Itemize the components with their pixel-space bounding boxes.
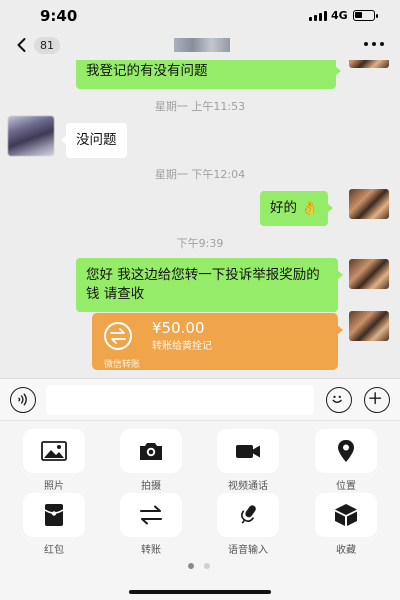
photo-icon [41,441,67,461]
voice-input-tile[interactable] [217,493,279,537]
transfer-card[interactable]: ¥50.00 转账给黄拴记 微信转账 [92,313,343,370]
action-label: 红包 [44,545,64,556]
red-packet-icon [44,504,64,526]
video-call-icon [236,445,260,458]
chat-header: 81 [0,30,400,60]
time-separator: 星期一 上午11:53 [154,100,246,113]
contact-avatar[interactable] [8,116,54,156]
action-voice-input[interactable]: 语音输入 [217,493,279,556]
self-avatar[interactable] [349,60,389,68]
transfer-amount: ¥50.00 [152,319,205,337]
camera-tile[interactable] [120,429,182,473]
message-text: 您好 我这边给您转一下投诉举报奖励的钱 请查收 [86,267,320,302]
action-label: 视频通话 [228,481,268,492]
transfer-icon [104,322,132,350]
video-call-tile[interactable] [217,429,279,473]
back-chevron-icon[interactable] [14,37,30,53]
location-tile[interactable] [315,429,377,473]
action-location[interactable]: 位置 [315,429,377,492]
transfer-note: 转账给黄拴记 [152,341,212,352]
action-favorites[interactable]: 收藏 [315,493,377,556]
message-text: 我登记的有没有问题 [86,63,208,79]
action-photo[interactable]: 照片 [23,429,85,492]
home-indicator[interactable] [129,590,271,594]
action-label: 照片 [44,481,64,492]
unread-count-badge[interactable]: 81 [34,37,60,54]
photo-tile[interactable] [23,429,85,473]
self-avatar[interactable] [349,259,389,289]
red-packet-tile[interactable] [23,493,85,537]
signal-icon [309,11,327,21]
message-list[interactable]: 我登记的有没有问题 星期一 上午11:53 没问题 星期一 下午12:04 好的… [0,60,400,378]
transfer-icon [140,505,162,525]
self-avatar[interactable] [349,189,389,219]
voice-icon[interactable] [10,387,36,413]
emoji-icon[interactable] [326,387,352,413]
action-label: 位置 [336,481,356,492]
favorites-icon [335,504,357,526]
message-bubble-other[interactable]: 没问题 [61,123,127,158]
input-bar [0,378,400,420]
action-video-call[interactable]: 视频通话 [217,429,279,492]
message-bubble-self[interactable]: 我登记的有没有问题 [76,60,341,89]
favorites-tile[interactable] [315,493,377,537]
message-bubble-self[interactable]: 您好 我这边给您转一下投诉举报奖励的钱 请查收 [76,258,343,312]
status-time: 9:40 [40,7,78,25]
network-label: 4G [331,9,348,22]
action-label: 收藏 [336,545,356,556]
transfer-footer: 微信转账 [104,360,141,370]
page-dot-active[interactable] [188,563,194,569]
message-text: 没问题 [76,132,117,148]
action-label: 语音输入 [228,545,268,556]
action-label: 转账 [141,545,161,556]
plus-icon[interactable] [364,387,390,413]
time-separator: 下午9:39 [176,237,224,250]
action-transfer[interactable]: 转账 [120,493,182,556]
page-indicator[interactable] [188,563,214,569]
action-label: 拍摄 [141,481,161,492]
page-dot[interactable] [204,563,210,569]
battery-icon [353,10,378,21]
status-bar: 9:40 4G [0,0,400,30]
message-input[interactable] [46,385,314,415]
action-red-packet[interactable]: 红包 [23,493,85,556]
action-camera[interactable]: 拍摄 [120,429,182,492]
self-avatar[interactable] [349,311,389,341]
voice-input-icon [241,505,256,524]
more-icon[interactable] [364,42,384,48]
camera-icon [140,443,162,460]
contact-name-blurred [174,38,230,52]
transfer-tile[interactable] [120,493,182,537]
time-separator: 星期一 下午12:04 [154,168,246,181]
location-icon [338,440,354,462]
message-bubble-self[interactable]: 好的 👌 [260,191,334,226]
message-text: 好的 👌 [270,200,319,216]
more-actions-panel: 照片 拍摄 视频通话 位置 红包 转账 语音输入 收藏 [0,420,400,600]
